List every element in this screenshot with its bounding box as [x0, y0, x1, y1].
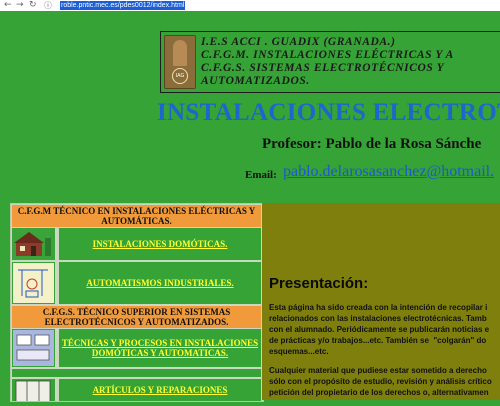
- header-line-1: I.E.S ACCI . GUADIX (GRANADA.): [201, 36, 396, 48]
- header-line-3: C.F.G.S. SISTEMAS ELECTROTÉCNICOS Y: [201, 62, 445, 74]
- tower-icon: [173, 40, 187, 66]
- logo-emblem-text: IAG: [172, 68, 188, 84]
- copyright-line-1: Cualquier material que pudiese estar som…: [269, 366, 487, 375]
- link-articulos-reparaciones[interactable]: ARTÍCULOS Y REPARACIONES: [93, 385, 228, 395]
- house-icon[interactable]: [12, 228, 57, 260]
- header-line-2: C.F.G.M. INSTALACIONES ELÉCTRICAS Y A: [201, 49, 454, 61]
- school-header: IAG I.E.S ACCI . GUADIX (GRANADA.) C.F.G…: [160, 31, 500, 93]
- menu-spacer: [12, 369, 261, 377]
- reload-icon[interactable]: ↻: [29, 0, 37, 11]
- menu-cell-articulos: ARTÍCULOS Y REPARACIONES: [59, 379, 261, 401]
- copyright-line-2: sólo con el propósito de estudio, revisi…: [269, 377, 492, 386]
- menu-cell-domotica: INSTALACIONES DOMÓTICAS.: [59, 228, 261, 260]
- back-arrow-icon[interactable]: ←: [4, 0, 12, 11]
- automation-panel-icon[interactable]: [12, 329, 57, 367]
- info-icon[interactable]: ⓘ: [44, 0, 52, 11]
- teacher-name: Profesor: Pablo de la Rosa Sánche: [262, 136, 482, 152]
- link-instalaciones-domoticas[interactable]: INSTALACIONES DOMÓTICAS.: [93, 239, 228, 249]
- presentation-line-3: con el alumnado. Periódicamente se publi…: [269, 325, 490, 334]
- presentation-heading: Presentación:: [269, 275, 369, 292]
- course-menu: C.F.G.M TÉCNICO EN INSTALACIONES ELÉCTRI…: [10, 203, 264, 404]
- menu-cell-automatismos: AUTOMATISMOS INDUSTRIALES.: [59, 262, 261, 304]
- header-line-4: AUTOMATIZADOS.: [201, 75, 310, 87]
- email-label: Email:: [245, 169, 277, 181]
- presentation-line-4: de prácticas y/o trabajos...etc. También…: [269, 336, 487, 345]
- presentation-panel: Presentación: Esta página ha sido creada…: [262, 203, 500, 400]
- email-link[interactable]: pablo.delarosasanchez@hotmail.: [283, 163, 494, 181]
- school-logo: IAG: [164, 35, 196, 89]
- menu-row-domotica: INSTALACIONES DOMÓTICAS.: [12, 228, 261, 260]
- page-title: INSTALACIONES ELECTROT: [157, 99, 500, 126]
- menu-row-tecnicas: TÉCNICAS Y PROCESOS EN INSTALACIONES DOM…: [12, 329, 261, 367]
- address-bar-url[interactable]: roble.pntic.mec.es/pdes0012/index.html: [60, 1, 186, 10]
- electrical-panel-icon[interactable]: [12, 379, 57, 404]
- menu-row-articulos: ARTÍCULOS Y REPARACIONES: [12, 379, 261, 404]
- menu-row-automatismos: AUTOMATISMOS INDUSTRIALES.: [12, 262, 261, 304]
- presentation-line-2: relacionados con las instalaciones elect…: [269, 314, 487, 323]
- presentation-line-1: Esta página ha sido creada con la intenc…: [269, 303, 488, 312]
- menu-section-cfgm: C.F.G.M TÉCNICO EN INSTALACIONES ELÉCTRI…: [12, 205, 261, 227]
- link-tecnicas-procesos[interactable]: TÉCNICAS Y PROCESOS EN INSTALACIONES DOM…: [59, 338, 261, 358]
- link-automatismos-industriales[interactable]: AUTOMATISMOS INDUSTRIALES.: [86, 278, 233, 288]
- circuit-diagram-icon[interactable]: [12, 262, 57, 304]
- presentation-line-5: esquemas...etc.: [269, 347, 329, 356]
- forward-arrow-icon[interactable]: →: [16, 0, 24, 11]
- menu-cell-tecnicas: TÉCNICAS Y PROCESOS EN INSTALACIONES DOM…: [59, 329, 261, 367]
- menu-section-cfgs: C.F.G.S. TÉCNICO SUPERIOR EN SISTEMAS EL…: [12, 306, 261, 328]
- page-body: IAG I.E.S ACCI . GUADIX (GRANADA.) C.F.G…: [0, 11, 500, 404]
- copyright-line-3: petición del propietario de los derechos…: [269, 388, 489, 397]
